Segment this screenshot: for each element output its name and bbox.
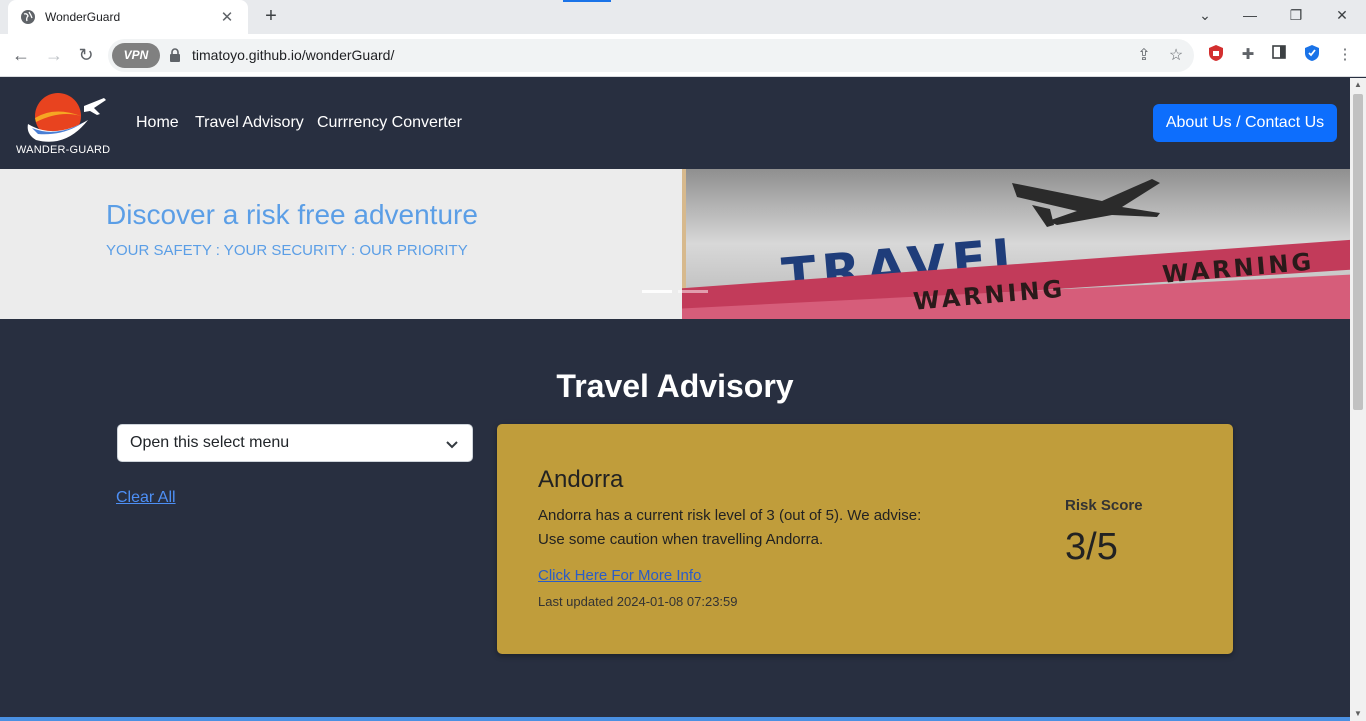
reload-icon[interactable]: ↻ [74,43,98,67]
extensions-puzzle-icon[interactable]: ✚ [1237,44,1259,66]
hero-carousel: Discover a risk free adventure YOUR SAFE… [0,169,1350,319]
page-viewport: WANDER-GUARD Home Travel Advisory Currre… [0,78,1350,721]
side-panel-icon[interactable] [1268,44,1290,66]
address-bar[interactable]: VPN timatoyo.github.io/wonderGuard/ ⇪ ☆ [108,39,1194,72]
browser-menu-icon[interactable]: ⋮ [1334,44,1356,66]
url-text[interactable]: timatoyo.github.io/wonderGuard/ [192,47,394,63]
footer-edge [0,717,1350,721]
more-info-link[interactable]: Click Here For More Info [538,567,701,584]
new-tab-button[interactable]: + [260,6,282,28]
tab-title: WonderGuard [45,10,121,24]
logo-text: WANDER-GUARD [16,144,111,156]
carousel-indicator-1[interactable] [642,290,672,293]
about-contact-button[interactable]: About Us / Contact Us [1153,104,1337,142]
password-manager-icon[interactable] [1301,44,1323,66]
tab-search-icon[interactable]: ⌄ [1185,4,1225,28]
browser-tab[interactable]: WonderGuard ✕ [8,0,248,34]
card-line-2: Use some caution when travelling Andorra… [538,531,824,548]
advisory-card: Andorra Andorra has a current risk level… [497,424,1233,654]
card-description: Andorra has a current risk level of 3 (o… [538,504,958,552]
nav-link-travel-advisory[interactable]: Travel Advisory [195,114,304,132]
vpn-badge[interactable]: VPN [112,43,160,68]
chevron-down-icon [446,441,458,449]
hero-title: Discover a risk free adventure [106,199,478,230]
forward-icon[interactable]: → [42,43,66,67]
risk-score-value: 3/5 [1065,526,1118,568]
globe-icon [21,10,35,24]
page-scrollbar[interactable]: ▲ ▼ [1350,78,1366,721]
browser-tab-bar: WonderGuard ✕ + ⌄ — ❐ ✕ [0,0,1366,34]
browser-toolbar: ← → ↻ VPN timatoyo.github.io/wonderGuard… [0,34,1366,77]
travel-warning-image: TRAVEL WARNING WARNING [682,169,1350,319]
back-icon[interactable]: ← [9,43,33,67]
loading-indicator [563,0,611,2]
share-icon[interactable]: ⇪ [1134,46,1154,66]
restore-button[interactable]: ❐ [1276,4,1316,28]
country-select[interactable]: Open this select menu [117,424,473,462]
section-title: Travel Advisory [556,368,794,404]
card-line-1: Andorra has a current risk level of 3 (o… [538,507,922,524]
carousel-indicator-2[interactable] [678,290,708,293]
scroll-down-arrow[interactable]: ▼ [1350,707,1366,721]
select-value: Open this select menu [130,434,290,451]
bookmark-star-icon[interactable]: ☆ [1166,46,1186,66]
close-window-button[interactable]: ✕ [1322,4,1362,28]
risk-score-label: Risk Score [1065,497,1143,514]
scroll-up-arrow[interactable]: ▲ [1350,78,1366,92]
nav-link-currency-converter[interactable]: Currrency Converter [317,114,462,132]
lock-icon[interactable] [168,48,182,62]
last-updated: Last updated 2024-01-08 07:23:59 [538,594,738,609]
clear-all-link[interactable]: Clear All [116,489,176,507]
hero-subtitle: YOUR SAFETY : YOUR SECURITY : OUR PRIORI… [106,242,468,259]
minimize-button[interactable]: — [1230,4,1270,28]
card-country: Andorra [538,466,624,493]
site-navbar: WANDER-GUARD Home Travel Advisory Currre… [0,78,1350,169]
scroll-thumb[interactable] [1353,94,1363,410]
nav-link-home[interactable]: Home [136,114,179,132]
extension-shield-icon[interactable] [1205,44,1227,66]
tab-close-icon[interactable]: ✕ [218,8,236,26]
